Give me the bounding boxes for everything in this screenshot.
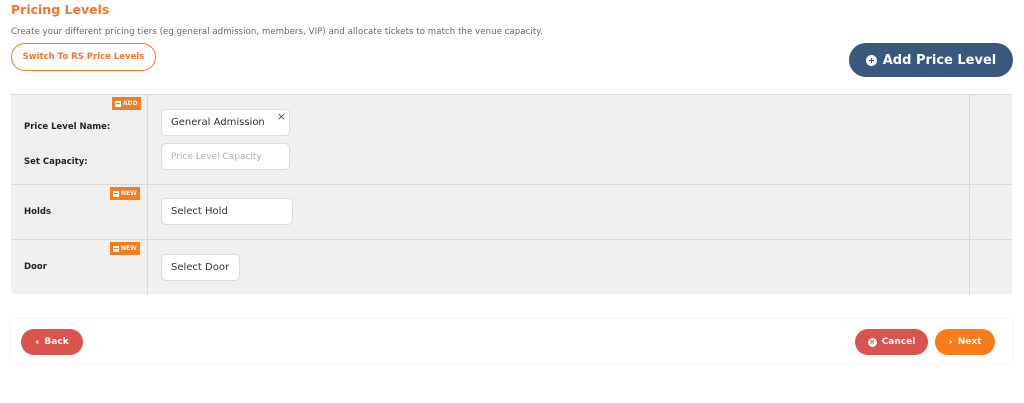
price-level-row: ADD Price Level Name: Set Capacity: Gene…: [11, 95, 1012, 185]
door-row: NEW Door Select Door: [11, 240, 1012, 295]
page-subtitle: Create your different pricing tiers (eg …: [11, 27, 543, 37]
chevron-left-icon: ‹: [35, 336, 40, 348]
column-divider: [969, 95, 970, 184]
price-level-name-label: Price Level Name:: [24, 122, 111, 132]
next-button[interactable]: › Next: [935, 329, 995, 355]
capacity-field[interactable]: Price Level Capacity: [161, 143, 290, 170]
add-badge[interactable]: ADD: [112, 97, 141, 110]
chevron-right-icon: ›: [948, 336, 953, 348]
price-level-panel: ADD Price Level Name: Set Capacity: Gene…: [11, 94, 1012, 295]
minus-square-icon: [113, 245, 119, 252]
select-door-dropdown[interactable]: Select Door: [161, 254, 240, 281]
cancel-button[interactable]: × Cancel: [855, 329, 928, 355]
column-divider: [147, 185, 148, 239]
close-circle-icon: ×: [867, 337, 877, 347]
wizard-footer: ‹ Back × Cancel › Next: [11, 319, 1012, 363]
column-divider: [969, 240, 970, 295]
holds-row: NEW Holds Select Hold: [11, 185, 1012, 240]
holds-label: Holds: [24, 207, 52, 217]
add-price-level-button[interactable]: Add Price Level: [849, 43, 1013, 77]
new-badge[interactable]: NEW: [110, 242, 140, 255]
back-button[interactable]: ‹ Back: [21, 329, 83, 355]
price-level-name-field[interactable]: General Admission ×: [161, 109, 290, 136]
page-title: Pricing Levels: [11, 2, 110, 17]
set-capacity-label: Set Capacity:: [24, 157, 88, 167]
door-label: Door: [24, 262, 47, 272]
new-badge[interactable]: NEW: [110, 187, 140, 200]
column-divider: [969, 185, 970, 239]
column-divider: [147, 95, 148, 184]
minus-square-icon: [115, 100, 121, 107]
column-divider: [147, 240, 148, 295]
plus-circle-icon: [865, 54, 877, 66]
minus-square-icon: [113, 190, 119, 197]
select-hold-dropdown[interactable]: Select Hold: [161, 198, 293, 225]
switch-rs-price-levels-button[interactable]: Switch To RS Price Levels: [11, 43, 156, 71]
add-price-level-label: Add Price Level: [882, 52, 997, 68]
clear-icon[interactable]: ×: [277, 111, 286, 122]
pricing-levels-page: Pricing Levels Create your different pri…: [0, 0, 1024, 403]
